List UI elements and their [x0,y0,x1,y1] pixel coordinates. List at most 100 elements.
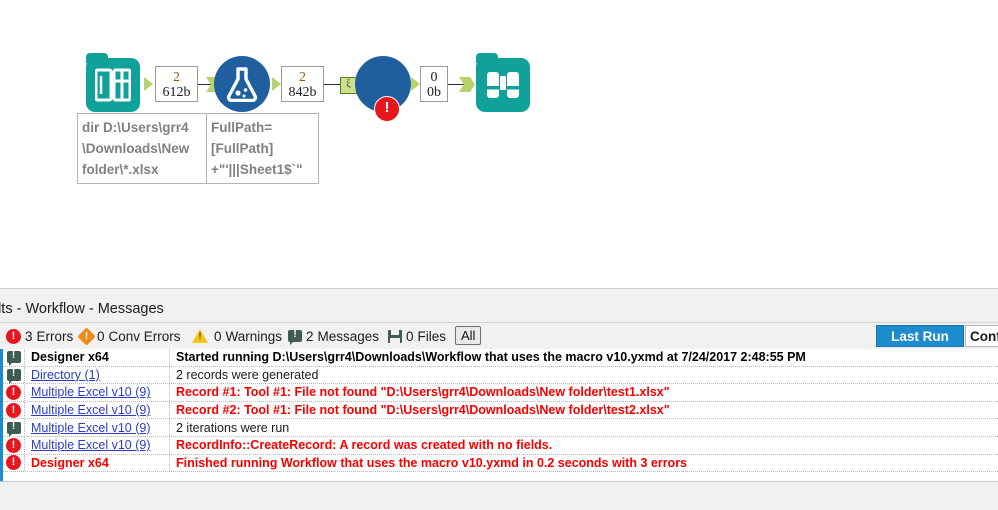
directory-output-anchor[interactable] [144,77,153,91]
row-message-cell: 2 records were generated [170,367,998,384]
record-size-2: 842b [288,85,317,100]
binoculars-glyph [487,72,519,98]
row-message-text: Started running D:\Users\grr4\Downloads\… [176,350,806,365]
browse-tool[interactable] [476,58,530,112]
table-row[interactable]: Directory (1) 2 records were generated [3,366,998,385]
macro-output-anchor[interactable] [411,77,420,91]
row-tool-link[interactable]: Multiple Excel v10 (9) [31,403,151,417]
filter-all-button[interactable]: All [455,326,482,345]
row-icon-cell [3,366,25,384]
table-row[interactable]: ! Multiple Excel v10 (9) Record #1: Tool… [3,384,998,402]
message-icon [6,421,21,437]
message-icon [288,329,302,345]
formula-output-anchor[interactable] [272,77,281,91]
results-pane: ults - Workflow - Messages ! 3 Errors 0 … [0,288,998,510]
error-icon: ! [6,437,21,453]
row-tool-link[interactable]: Multiple Excel v10 (9) [31,438,151,452]
error-icon: ! [6,455,21,471]
messages-label: Messages [317,328,380,344]
row-tool-label: Designer x64 [31,350,109,365]
warnings-indicator[interactable]: 0 Warnings [192,323,282,349]
wire-3 [448,84,465,85]
errors-label: Errors [36,328,74,344]
directory-icon [86,58,140,112]
last-run-tab[interactable]: Last Run [876,325,964,347]
error-icon: ! [6,328,21,344]
pane-splitter[interactable] [0,288,998,296]
table-row[interactable]: ! Multiple Excel v10 (9) RecordInfo::Cre… [3,436,998,455]
warnings-label: Warnings [225,328,283,344]
row-message-cell: Finished running Workflow that uses the … [170,455,998,472]
record-count-box-1: 2 612b [155,66,198,102]
record-count-2: 2 [299,70,306,85]
row-tool-cell: Designer x64 [25,349,170,366]
row-message-text: Record #2: Tool #1: File not found "D:\U… [176,403,670,418]
row-message-cell: 2 iterations were run [170,419,998,436]
record-size-1: 612b [162,85,191,100]
row-tool-cell: Multiple Excel v10 (9) [25,384,170,401]
row-message-cell: Started running D:\Users\grr4\Downloads\… [170,349,998,366]
errors-indicator[interactable]: ! 3 Errors [6,323,73,349]
table-row[interactable]: ! Designer x64 Finished running Workflow… [3,454,998,473]
conv-errors-indicator[interactable]: 0 Conv Errors [77,323,181,349]
row-message-text: RecordInfo::CreateRecord: A record was c… [176,438,553,453]
error-icon: ! [6,384,21,400]
row-message-text: Finished running Workflow that uses the … [176,455,688,470]
row-message-text: 2 records were generated [176,367,319,382]
row-message-text: Record #1: Tool #1: File not found "D:\U… [176,385,670,400]
results-pane-title-text: ults - Workflow - Messages [0,301,164,317]
wire-1 [198,84,212,85]
files-indicator[interactable]: 0 Files [388,323,446,349]
row-tool-cell: Directory (1) [25,366,170,384]
warning-icon [192,329,208,343]
table-row[interactable]: ! Multiple Excel v10 (9) Record #2: Tool… [3,401,998,420]
row-tool-link[interactable]: Multiple Excel v10 (9) [31,421,151,435]
files-count: 0 [406,328,414,344]
record-count-1: 2 [173,70,180,85]
conv-errors-label: Conv Errors [108,328,181,344]
row-icon-cell: ! [3,454,25,472]
directory-tool[interactable] [86,58,140,112]
macro-tool[interactable]: ! [355,56,411,122]
results-pane-footer [0,481,998,510]
messages-count: 2 [306,328,314,344]
flask-icon [214,56,270,112]
config-tab[interactable]: Conf [965,325,998,347]
macro-error-badge[interactable]: ! [374,96,400,122]
results-toolbar: ! 3 Errors 0 Conv Errors 0 Warnings 2 Me… [0,322,998,350]
directory-glyph [95,68,131,102]
row-icon-cell [3,349,25,367]
message-icon [6,350,21,367]
row-tool-cell: Multiple Excel v10 (9) [25,436,170,454]
row-tool-link[interactable]: Directory (1) [31,368,100,382]
conv-error-icon [77,326,96,346]
formula-tool[interactable] [214,56,270,112]
row-icon-cell [3,419,25,437]
messages-grid[interactable]: Designer x64 Started running D:\Users\gr… [0,349,998,481]
errors-count: 3 [25,328,33,344]
warnings-count: 0 [214,328,222,344]
row-icon-cell: ! [3,436,25,454]
row-message-cell: Record #2: Tool #1: File not found "D:\U… [170,402,998,419]
message-icon [6,368,21,384]
row-message-text: 2 iterations were run [176,420,290,435]
row-icon-cell: ! [3,401,25,419]
row-icon-cell: ! [3,384,25,401]
table-row[interactable]: Multiple Excel v10 (9) 2 iterations were… [3,419,998,437]
row-tool-link[interactable]: Multiple Excel v10 (9) [31,385,151,399]
flask-glyph [226,67,258,102]
formula-annotation[interactable]: FullPath= [FullPath] +"'|||Sheet1$`" [206,113,319,184]
record-count-3: 0 [430,70,438,85]
row-tool-cell: Designer x64 [25,454,170,472]
file-icon [388,329,402,343]
record-count-box-2: 2 842b [281,66,324,102]
binoculars-icon [476,58,530,112]
row-message-cell: Record #1: Tool #1: File not found "D:\U… [170,384,998,401]
record-count-box-3: 0 0b [420,66,448,102]
table-row[interactable]: Designer x64 Started running D:\Users\gr… [3,349,998,367]
directory-annotation[interactable]: dir D:\Users\grr4 \Downloads\New folder\… [77,113,207,184]
row-tool-label: Designer x64 [31,455,109,470]
row-message-cell: RecordInfo::CreateRecord: A record was c… [170,437,998,454]
workflow-canvas[interactable]: 2 612b 2 842b ξ ! 0 0b dir D:\Users\grr4… [0,0,998,288]
messages-indicator[interactable]: 2 Messages [288,323,379,349]
